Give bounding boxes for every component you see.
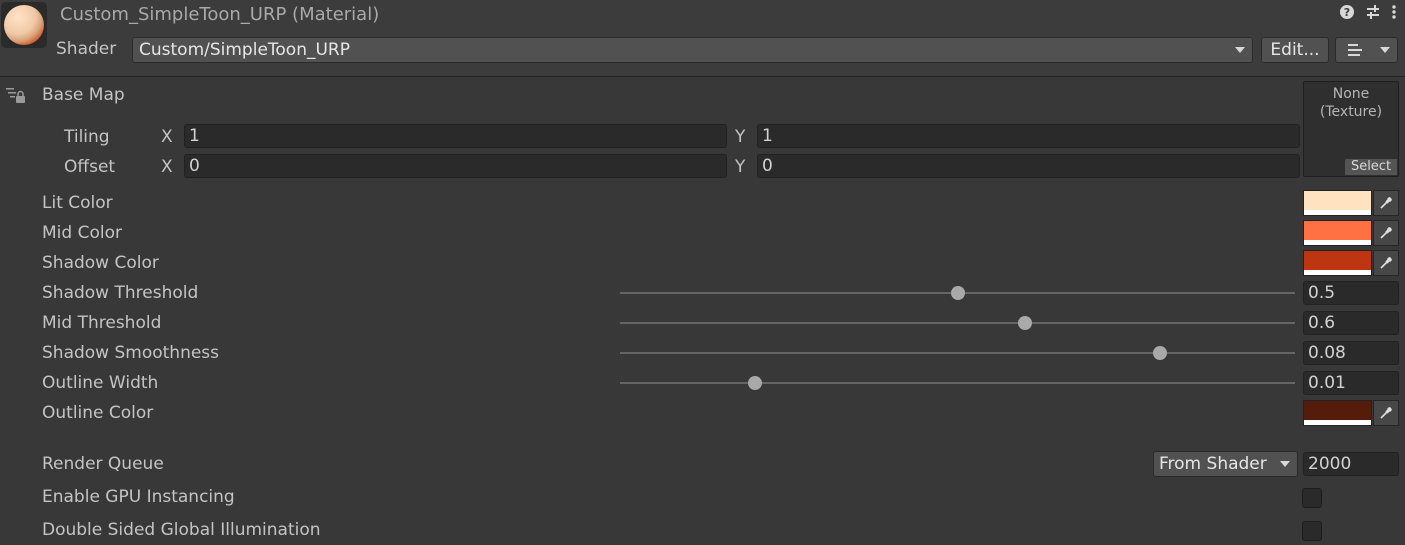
gpu-instancing-checkbox[interactable] — [1302, 488, 1322, 508]
shadow-color-swatch[interactable] — [1303, 250, 1372, 276]
swatch-color — [1304, 191, 1371, 210]
eyedropper-icon[interactable] — [1373, 220, 1399, 246]
tiling-x-label: X — [161, 127, 173, 147]
tiling-x-field[interactable]: 1 — [184, 124, 727, 148]
svg-text:?: ? — [1344, 6, 1350, 19]
double-sided-gi-checkbox[interactable] — [1302, 521, 1322, 541]
shadow-smoothness-field[interactable]: 0.08 — [1303, 341, 1399, 365]
alpha-bar — [1304, 270, 1371, 275]
mid-threshold-slider-track[interactable] — [620, 316, 1295, 330]
dropdown-arrow-icon — [1235, 47, 1245, 53]
outline-color-label: Outline Color — [42, 403, 154, 423]
shadow-threshold-label: Shadow Threshold — [42, 283, 199, 303]
kebab-menu-icon[interactable] — [1391, 4, 1397, 24]
gpu-instancing-label: Enable GPU Instancing — [42, 487, 235, 507]
mid-threshold-label: Mid Threshold — [42, 313, 162, 333]
outline-width-field[interactable]: 0.01 — [1303, 371, 1399, 395]
mid-threshold-field[interactable]: 0.6 — [1303, 311, 1399, 335]
alpha-bar — [1304, 420, 1371, 425]
header-icons: ? — [1339, 4, 1397, 24]
eyedropper-icon[interactable] — [1373, 400, 1399, 426]
slider-handle[interactable] — [950, 286, 965, 300]
help-icon[interactable]: ? — [1339, 4, 1355, 24]
swatch-color — [1304, 401, 1371, 420]
eyedropper-icon[interactable] — [1373, 190, 1399, 216]
preview-sphere — [4, 5, 44, 45]
dropdown-arrow-icon — [1380, 47, 1390, 53]
outline-width-label: Outline Width — [42, 373, 159, 393]
offset-y-field[interactable]: 0 — [757, 154, 1300, 178]
shader-menu-button[interactable] — [1335, 37, 1398, 63]
base-map-label: Base Map — [42, 85, 125, 105]
shadow-smoothness-label: Shadow Smoothness — [42, 343, 220, 363]
tiling-y-field[interactable]: 1 — [757, 124, 1300, 148]
offset-y-label: Y — [735, 157, 746, 177]
shader-label: Shader — [56, 39, 117, 59]
texture-none-label: None — [1332, 86, 1370, 102]
texture-type-label: (Texture) — [1319, 104, 1383, 120]
shadow-smoothness-slider-track[interactable] — [620, 346, 1295, 360]
tiling-y-label: Y — [735, 127, 746, 147]
texture-slot-text: None (Texture) — [1304, 85, 1398, 121]
render-queue-dropdown[interactable]: From Shader — [1153, 451, 1298, 477]
swatch-color — [1304, 221, 1371, 240]
render-queue-mode: From Shader — [1159, 454, 1267, 474]
slider-handle[interactable] — [1153, 346, 1167, 360]
lit-color-swatch[interactable] — [1303, 190, 1372, 216]
tiling-label: Tiling — [64, 127, 110, 147]
outline-color-swatch[interactable] — [1303, 400, 1372, 426]
outline-width-slider-track[interactable] — [620, 376, 1295, 390]
list-menu-icon — [1348, 44, 1364, 56]
base-map-texture-slot[interactable]: None (Texture) Select — [1303, 81, 1399, 177]
swatch-color — [1304, 251, 1371, 270]
mid-color-swatch[interactable] — [1303, 220, 1372, 246]
lit-color-label: Lit Color — [42, 193, 113, 213]
material-title: Custom_SimpleToon_URP (Material) — [60, 4, 380, 25]
texture-select-button[interactable]: Select — [1345, 159, 1397, 175]
render-queue-field[interactable]: 2000 — [1303, 452, 1399, 476]
material-header: Custom_SimpleToon_URP (Material) ? Shade… — [0, 0, 1405, 77]
offset-x-label: X — [161, 157, 173, 177]
settings-sliders-icon[interactable] — [1365, 4, 1381, 24]
material-preview-thumbnail[interactable] — [1, 2, 47, 48]
double-sided-gi-label: Double Sided Global Illumination — [42, 520, 321, 540]
edit-shader-button[interactable]: Edit... — [1261, 37, 1329, 63]
lock-icon[interactable] — [5, 86, 27, 111]
shader-dropdown[interactable]: Custom/SimpleToon_URP — [132, 37, 1253, 63]
dropdown-arrow-icon — [1280, 461, 1290, 467]
alpha-bar — [1304, 240, 1371, 245]
shader-value: Custom/SimpleToon_URP — [139, 40, 350, 60]
slider-handle[interactable] — [1018, 316, 1032, 330]
shadow-threshold-slider-track[interactable] — [620, 286, 1295, 300]
shadow-threshold-field[interactable]: 0.5 — [1303, 281, 1399, 305]
slider-handle[interactable] — [748, 376, 762, 390]
mid-color-label: Mid Color — [42, 223, 122, 243]
offset-label: Offset — [64, 157, 116, 177]
offset-x-field[interactable]: 0 — [184, 154, 727, 178]
eyedropper-icon[interactable] — [1373, 250, 1399, 276]
shadow-color-label: Shadow Color — [42, 253, 159, 273]
render-queue-label: Render Queue — [42, 454, 164, 474]
alpha-bar — [1304, 210, 1371, 215]
